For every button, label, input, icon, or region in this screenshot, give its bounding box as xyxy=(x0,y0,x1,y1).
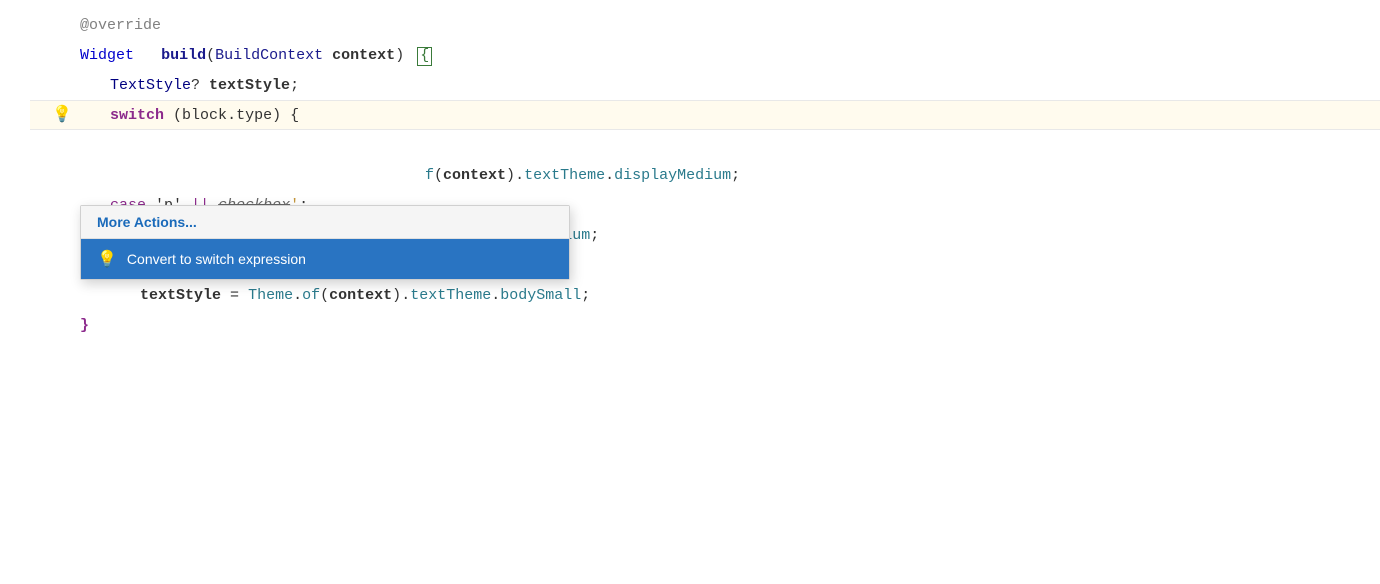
token-textstyle-eq2: textStyle xyxy=(140,287,221,304)
code-editor: @override Widget build(BuildContext cont… xyxy=(0,0,1380,584)
context-menu-more-actions[interactable]: More Actions... xyxy=(81,206,569,239)
code-line-4: 💡 switch (block.type) { xyxy=(30,100,1380,130)
token-theme3: Theme xyxy=(248,287,293,304)
code-line-2: Widget build(BuildContext context) { xyxy=(30,40,1380,70)
token-bodysmall: bodySmall xyxy=(500,287,581,304)
token-open-brace: { xyxy=(417,47,432,66)
token-switch: switch xyxy=(110,107,164,124)
gutter-4: 💡 xyxy=(30,100,80,130)
token-type-prop: type xyxy=(236,107,272,124)
token-texttheme3: textTheme xyxy=(410,287,491,304)
token-f: f xyxy=(425,167,434,184)
bulb-icon[interactable]: 💡 xyxy=(52,100,72,130)
code-line-3: TextStyle? textStyle; xyxy=(30,70,1380,100)
code-line-11: } xyxy=(30,310,1380,340)
context-menu-item-convert-switch[interactable]: 💡 Convert to switch expression xyxy=(81,239,569,279)
token-block: block xyxy=(182,107,227,124)
token-displaymedium: displayMedium xyxy=(614,167,731,184)
convert-switch-label: Convert to switch expression xyxy=(127,251,306,267)
convert-switch-bulb-icon: 💡 xyxy=(97,249,117,269)
code-line-5 xyxy=(30,130,1380,160)
token-textstyle-var: textStyle xyxy=(209,77,290,94)
token-build-method: build xyxy=(161,47,206,64)
code-area: @override Widget build(BuildContext cont… xyxy=(0,0,1380,350)
token-texttheme-display: textTheme xyxy=(524,167,605,184)
code-line-1: @override xyxy=(30,10,1380,40)
token-close-switch: } xyxy=(80,317,89,334)
code-line-10: textStyle = Theme.of(context).textTheme.… xyxy=(30,280,1380,310)
line-divider-top xyxy=(30,100,1380,101)
token-textstyle: TextStyle xyxy=(110,77,191,94)
context-menu: More Actions... 💡 Convert to switch expr… xyxy=(80,205,570,280)
code-line-6: f(context).textTheme.displayMedium; xyxy=(30,160,1380,190)
token-widget-type: Widget xyxy=(80,47,134,64)
token-of3: of xyxy=(302,287,320,304)
annotation-override: @override xyxy=(80,17,161,34)
